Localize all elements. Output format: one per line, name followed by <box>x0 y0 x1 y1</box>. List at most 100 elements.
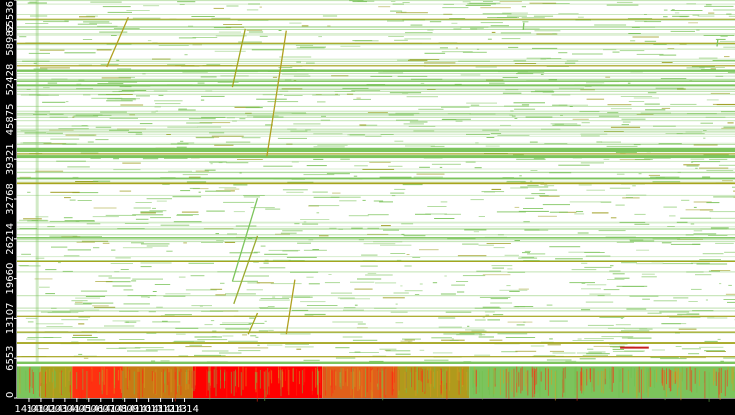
heatmap-cell <box>514 118 518 119</box>
heatmap-cell <box>199 305 203 307</box>
heatmap-cell <box>581 122 590 124</box>
heatmap-cell <box>74 303 92 305</box>
heatmap-cell <box>591 212 609 214</box>
heatmap-cell <box>256 98 287 100</box>
heatmap-cell <box>220 355 226 357</box>
heatmap-cell <box>367 272 377 274</box>
heatmap-cell <box>64 197 71 199</box>
hot-streak <box>520 368 522 394</box>
heatmap-cell <box>588 351 606 353</box>
heatmap-cell <box>696 263 728 265</box>
heatmap-row <box>17 117 735 118</box>
hot-streak <box>82 368 84 390</box>
heatmap-cell <box>69 309 100 311</box>
heatmap-cell <box>322 15 338 17</box>
heatmap-cell <box>134 347 164 349</box>
heatmap-cell <box>569 282 595 284</box>
heatmap-cell <box>621 118 646 120</box>
heatmap-cell <box>644 40 657 42</box>
hot-streak <box>535 371 537 393</box>
heatmap-cell <box>698 57 718 59</box>
heatmap-cell <box>154 284 171 285</box>
heatmap-cell <box>238 350 261 352</box>
heatmap-cell <box>685 209 713 211</box>
heatmap-cell <box>21 253 31 255</box>
dense-band <box>17 177 735 180</box>
hot-streak <box>581 367 583 394</box>
heatmap-cell <box>584 252 605 253</box>
heatmap-row <box>17 310 735 312</box>
hot-streak <box>499 369 501 395</box>
heatmap-cell <box>695 274 712 276</box>
heatmap-cell <box>492 314 504 316</box>
heatmap-cell <box>140 211 163 213</box>
heatmap-cell <box>419 166 430 168</box>
heatmap-cell <box>160 224 190 226</box>
heatmap-cell <box>260 245 266 247</box>
heatmap-cell <box>224 188 240 190</box>
heatmap-cell <box>470 199 484 201</box>
heatmap-cell <box>102 6 131 8</box>
heatmap-cell <box>518 288 529 290</box>
hot-streak <box>372 369 373 399</box>
heatmap-cell <box>232 280 258 282</box>
hot-streak <box>634 368 635 387</box>
heatmap-cell <box>670 10 703 11</box>
hot-streak <box>590 368 591 383</box>
heatmap-cell <box>612 51 620 53</box>
heatmap-cell <box>475 66 497 68</box>
heatmap-cell <box>250 335 257 337</box>
heatmap-cell <box>190 275 205 277</box>
heatmap-cell <box>523 208 544 209</box>
diagonal-streak <box>522 22 525 31</box>
hot-streak <box>240 372 242 396</box>
heatmap-cell <box>226 162 249 164</box>
heatmap-cell <box>127 350 158 352</box>
heatmap-cell <box>404 339 415 341</box>
heatmap-cell <box>493 247 505 249</box>
hot-streak <box>164 372 166 384</box>
heatmap-cell <box>151 360 156 362</box>
heatmap-cell <box>579 358 596 360</box>
heatmap-cell <box>140 212 156 214</box>
heatmap-cell <box>669 215 676 217</box>
heatmap-cell <box>499 1 522 3</box>
hot-streak <box>731 367 733 384</box>
heatmap-cell <box>177 1 196 3</box>
heatmap-cell <box>462 51 487 53</box>
hot-streak <box>653 370 655 388</box>
heatmap-cell <box>200 99 205 101</box>
heatmap-cell <box>272 76 278 78</box>
hot-streak <box>503 370 504 384</box>
hot-streak <box>142 370 144 398</box>
heatmap-cell <box>395 353 411 355</box>
heatmap-cell <box>497 333 528 335</box>
heatmap-cell <box>527 253 546 255</box>
heatmap-cell <box>119 190 132 192</box>
hot-streak <box>478 371 480 393</box>
heatmap-cell <box>166 250 173 252</box>
heatmap-cell <box>172 196 202 198</box>
heatmap-cell <box>542 204 570 206</box>
hot-streak <box>473 370 475 395</box>
hot-streak <box>724 370 726 397</box>
diagonal-streak <box>716 39 719 47</box>
heatmap-cell <box>176 333 186 335</box>
hot-streak <box>518 372 520 387</box>
heatmap-cell <box>582 354 608 356</box>
hot-streak <box>475 369 477 394</box>
heatmap-cell <box>264 253 288 255</box>
heatmap-cell <box>581 288 601 290</box>
heatmap-row <box>17 93 735 95</box>
heatmap-cell <box>167 64 186 66</box>
hot-streak <box>576 371 578 401</box>
heatmap-cell <box>419 283 423 285</box>
heatmap-cell <box>182 174 208 176</box>
heatmap-cell <box>83 357 89 359</box>
hot-streak <box>319 370 321 383</box>
heatmap-cell <box>267 306 275 308</box>
hot-streak <box>267 368 269 395</box>
heatmap-row <box>17 307 735 309</box>
heatmap-cell <box>297 242 311 244</box>
heatmap-cell <box>584 266 612 268</box>
